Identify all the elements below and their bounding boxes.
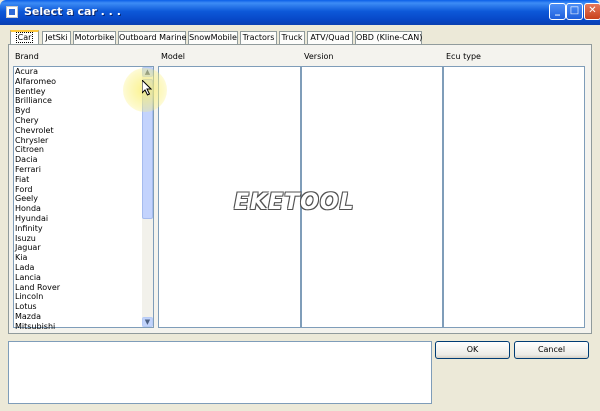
tab-snowmobile[interactable]: SnowMobile xyxy=(188,31,238,44)
app-icon xyxy=(6,6,18,18)
list-item[interactable]: Lancia xyxy=(14,273,153,283)
list-item[interactable]: Lotus xyxy=(14,302,153,312)
close-button[interactable]: ✕ xyxy=(584,3,600,20)
ecu-type-header: Ecu type xyxy=(446,52,481,61)
list-item[interactable]: Isuzu xyxy=(14,234,153,244)
list-item[interactable]: Lincoln xyxy=(14,292,153,302)
list-item[interactable]: Jaguar xyxy=(14,243,153,253)
scroll-down-icon[interactable]: ▼ xyxy=(142,317,153,327)
list-item[interactable]: Fiat xyxy=(14,175,153,185)
tab-motorbike[interactable]: Motorbike xyxy=(73,31,116,44)
tab-car[interactable]: Car xyxy=(10,30,39,45)
list-item[interactable]: Ford xyxy=(14,185,153,195)
tab-tractors[interactable]: Tractors xyxy=(240,31,277,44)
brand-header: Brand xyxy=(15,52,39,61)
tab-atv-quad[interactable]: ATV/Quad xyxy=(307,31,353,44)
info-memo[interactable] xyxy=(8,341,432,404)
model-header: Model xyxy=(161,52,186,61)
list-item[interactable]: Hyundai xyxy=(14,214,153,224)
list-item[interactable]: Ferrari xyxy=(14,165,153,175)
list-item[interactable]: Geely xyxy=(14,194,153,204)
tab-outboard-marine[interactable]: Outboard Marine xyxy=(118,31,186,44)
version-header: Version xyxy=(304,52,334,61)
ok-button[interactable]: OK xyxy=(435,341,510,359)
mouse-pointer-icon xyxy=(142,80,152,96)
list-item[interactable]: Land Rover xyxy=(14,283,153,293)
ecu-type-list[interactable] xyxy=(443,66,585,328)
minimize-button[interactable]: _ xyxy=(549,3,566,20)
list-item[interactable]: Kia xyxy=(14,253,153,263)
list-item[interactable]: Chrysler xyxy=(14,136,153,146)
window-title: Select a car . . . xyxy=(24,5,121,18)
tab-truck[interactable]: Truck xyxy=(279,31,305,44)
list-item[interactable]: Infinity xyxy=(14,224,153,234)
title-bar: Select a car . . . _ □ ✕ xyxy=(0,0,600,25)
tab-obd-kline-can[interactable]: OBD (Kline-CAN) xyxy=(355,31,422,44)
list-item[interactable]: Citroen xyxy=(14,145,153,155)
cancel-button[interactable]: Cancel xyxy=(514,341,589,359)
watermark: EKETOOL xyxy=(234,190,355,215)
list-item[interactable]: Chevrolet xyxy=(14,126,153,136)
list-item[interactable]: Mazda xyxy=(14,312,153,322)
tab-jetski[interactable]: JetSki xyxy=(42,31,71,44)
list-item[interactable]: Mitsubishi xyxy=(14,322,153,332)
list-item[interactable]: Dacia xyxy=(14,155,153,165)
maximize-button[interactable]: □ xyxy=(566,3,583,20)
list-item[interactable]: Honda xyxy=(14,204,153,214)
list-item[interactable]: Chery xyxy=(14,116,153,126)
list-item[interactable]: Lada xyxy=(14,263,153,273)
